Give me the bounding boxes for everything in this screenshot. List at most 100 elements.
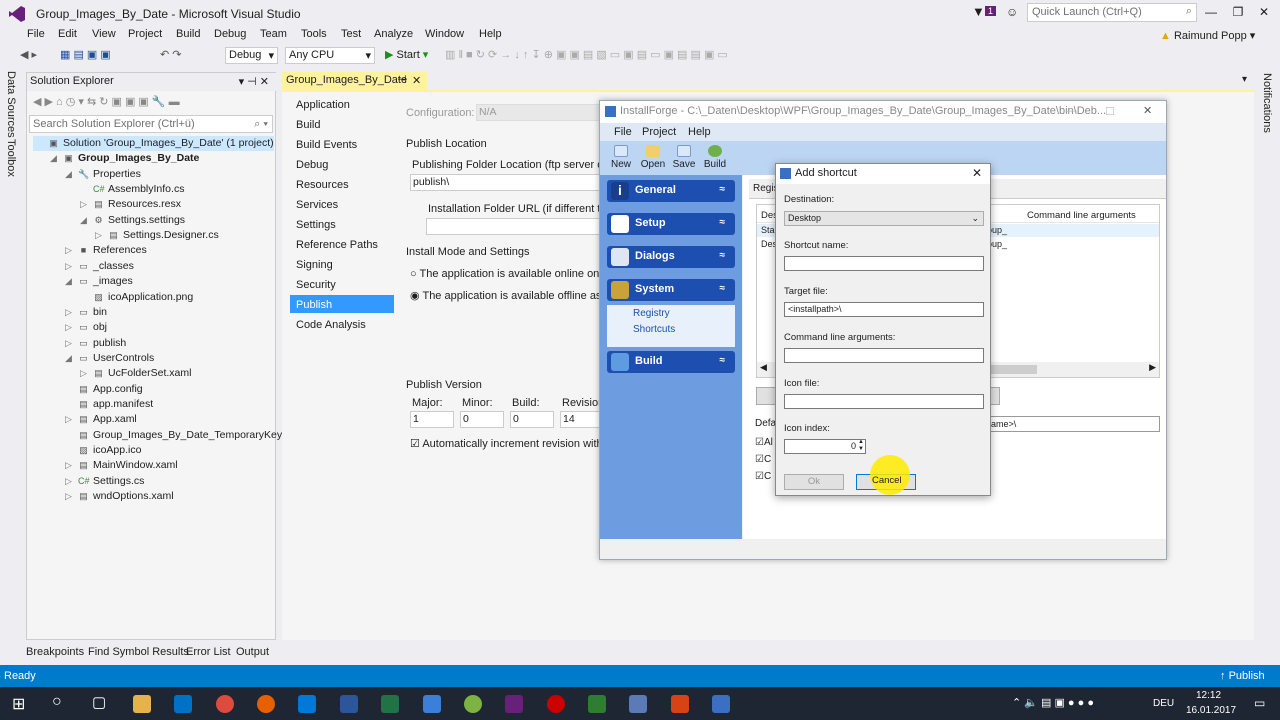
firefox-icon[interactable] [257, 695, 275, 713]
language-indicator[interactable]: DEU [1153, 698, 1174, 709]
pen-app-icon[interactable] [423, 695, 441, 713]
excel-icon[interactable] [381, 695, 399, 713]
if-open-button[interactable]: Open [638, 145, 668, 170]
nav-settings[interactable]: Settings [296, 219, 336, 231]
group-dialogs[interactable]: Dialogs ≈ [607, 246, 735, 268]
expand-icon[interactable]: ◢ [78, 213, 89, 228]
tree-item[interactable]: ▨ icoApplication.png [78, 290, 193, 305]
group-build[interactable]: Build ≈ [607, 351, 735, 373]
nav-debug[interactable]: Debug [296, 159, 328, 171]
tree-item[interactable]: ◢ ▭ UserControls [63, 351, 154, 366]
expand-icon[interactable]: ◢ [63, 167, 74, 182]
expand-icon[interactable]: ▷ [63, 259, 74, 274]
expand-icon[interactable]: ▷ [63, 320, 74, 335]
tree-item[interactable]: ◢ 🔧 Properties [63, 167, 141, 182]
back-icon[interactable]: ◀ ▸ [20, 48, 37, 61]
expand-icon[interactable]: ▷ [63, 489, 74, 504]
word-icon[interactable] [340, 695, 358, 713]
tree-item[interactable]: ▷ ▤ App.xaml [63, 412, 137, 427]
nav-resources[interactable]: Resources [296, 179, 349, 191]
minimize-button[interactable]: — [1201, 5, 1221, 19]
menu-view[interactable]: View [92, 28, 116, 40]
tree-item[interactable]: ▷ ▤ Resources.resx [78, 197, 181, 212]
cortana-icon[interactable]: ○ [52, 693, 62, 711]
minor-input[interactable]: 0 [460, 411, 504, 428]
close-button[interactable]: ✕ [1143, 104, 1152, 117]
tree-item[interactable]: ◢ ▣ Group_Images_By_Date [48, 151, 199, 166]
menu-analyze[interactable]: Analyze [374, 28, 413, 40]
path-input[interactable]: ame>\ [988, 416, 1160, 432]
nav-reference-paths[interactable]: Reference Paths [296, 239, 378, 251]
if-menu-project[interactable]: Project [642, 126, 676, 138]
action-center-icon[interactable]: ▭ [1254, 696, 1265, 710]
group-system[interactable]: System ≈ [607, 279, 735, 301]
tab-dropdown-icon[interactable]: ▾ [1242, 74, 1247, 85]
tree-item[interactable]: ▷ ▤ MainWindow.xaml [63, 458, 178, 473]
task-view-icon[interactable]: ▢ [92, 693, 106, 711]
expand-icon[interactable]: ▷ [63, 305, 74, 320]
platform-select[interactable]: Any CPU ▾ [285, 47, 375, 64]
configuration-select[interactable]: Debug ▾ [225, 47, 278, 64]
notification-count[interactable]: 1 [985, 6, 997, 16]
chrome-icon[interactable] [216, 695, 234, 713]
tab-breakpoints[interactable]: Breakpoints [26, 646, 84, 658]
clock-date[interactable]: 16.01.2017 [1186, 705, 1236, 716]
expand-icon[interactable]: ◢ [63, 351, 74, 366]
publish-status[interactable]: ↑ Publish [1220, 670, 1265, 682]
record-icon[interactable] [547, 695, 565, 713]
outlook-icon[interactable] [174, 695, 192, 713]
group-setup[interactable]: Setup ≈ [607, 213, 735, 235]
maximize-button[interactable]: ❐ [1228, 5, 1248, 19]
publishing-folder-input[interactable]: publish\ [410, 174, 602, 191]
build-input[interactable]: 0 [510, 411, 554, 428]
expand-icon[interactable]: ▷ [93, 228, 104, 243]
checkbox-c2[interactable]: ☑C [755, 471, 771, 482]
if-menu-help[interactable]: Help [688, 126, 711, 138]
filter-icon[interactable]: ▼ [972, 4, 985, 19]
menu-edit[interactable]: Edit [58, 28, 77, 40]
nav-services[interactable]: Services [296, 199, 338, 211]
target-file-input[interactable]: <installpath>\ [784, 302, 984, 317]
toolbox-tab[interactable]: Toolbox [5, 139, 17, 177]
close-icon[interactable]: ▾ ⊣ ✕ [239, 75, 269, 88]
nav-publish[interactable]: Publish [296, 299, 332, 311]
nav-security[interactable]: Security [296, 279, 336, 291]
tree-item[interactable]: ▷ ▭ _classes [63, 259, 134, 274]
nav-signing[interactable]: Signing [296, 259, 333, 271]
nav-code-analysis[interactable]: Code Analysis [296, 319, 366, 331]
tray-icons[interactable]: ⌃ 🔈 ▤ ▣ ● ● ● [1012, 696, 1094, 709]
quick-launch-input[interactable]: Quick Launch (Ctrl+Q) ⌕ [1027, 3, 1197, 22]
notifications-tab[interactable]: Notifications [1261, 73, 1273, 133]
checkbox-all[interactable]: ☑Al [755, 437, 773, 448]
expand-icon[interactable]: ▷ [63, 243, 74, 258]
expand-icon[interactable]: ◢ [63, 274, 74, 289]
command-line-args-input[interactable] [784, 348, 984, 363]
menu-build[interactable]: Build [176, 28, 200, 40]
tree-item[interactable]: ▷ C# Settings.cs [63, 474, 144, 489]
menu-tools[interactable]: Tools [301, 28, 327, 40]
setup-app-icon[interactable] [629, 695, 647, 713]
nav-build-events[interactable]: Build Events [296, 139, 357, 151]
close-tab-icon[interactable]: ✕ [412, 74, 421, 87]
maximize-button[interactable]: ☐ [1105, 105, 1115, 118]
menu-project[interactable]: Project [128, 28, 162, 40]
tree-item[interactable]: ▤ Group_Images_By_Date_TemporaryKey.pfx [63, 428, 298, 443]
expand-icon[interactable]: ▷ [78, 197, 89, 212]
group-general[interactable]: i General ≈ [607, 180, 735, 202]
if-build-button[interactable]: Build [700, 145, 730, 170]
pin-icon[interactable]: ⊣ [397, 73, 407, 86]
tree-item[interactable]: ▷ ▭ publish [63, 336, 126, 351]
tree-item[interactable]: ▨ icoApp.ico [63, 443, 141, 458]
nav-build[interactable]: Build [296, 119, 320, 131]
cancel-button-label[interactable]: Cancel [872, 475, 902, 486]
android-studio-icon[interactable] [464, 695, 482, 713]
shortcut-name-input[interactable] [784, 256, 984, 271]
tree-item[interactable]: ▷ ▤ wndOptions.xaml [63, 489, 174, 504]
menu-help[interactable]: Help [479, 28, 502, 40]
expand-icon[interactable]: ▷ [63, 474, 74, 489]
if-save-button[interactable]: Save [669, 145, 699, 170]
tree-item[interactable]: ▷ ▭ bin [63, 305, 107, 320]
tree-item[interactable]: ▣ Solution 'Group_Images_By_Date' (1 proj… [33, 136, 274, 151]
feedback-icon[interactable]: ☺ [1006, 5, 1018, 19]
menu-file[interactable]: File [27, 28, 45, 40]
